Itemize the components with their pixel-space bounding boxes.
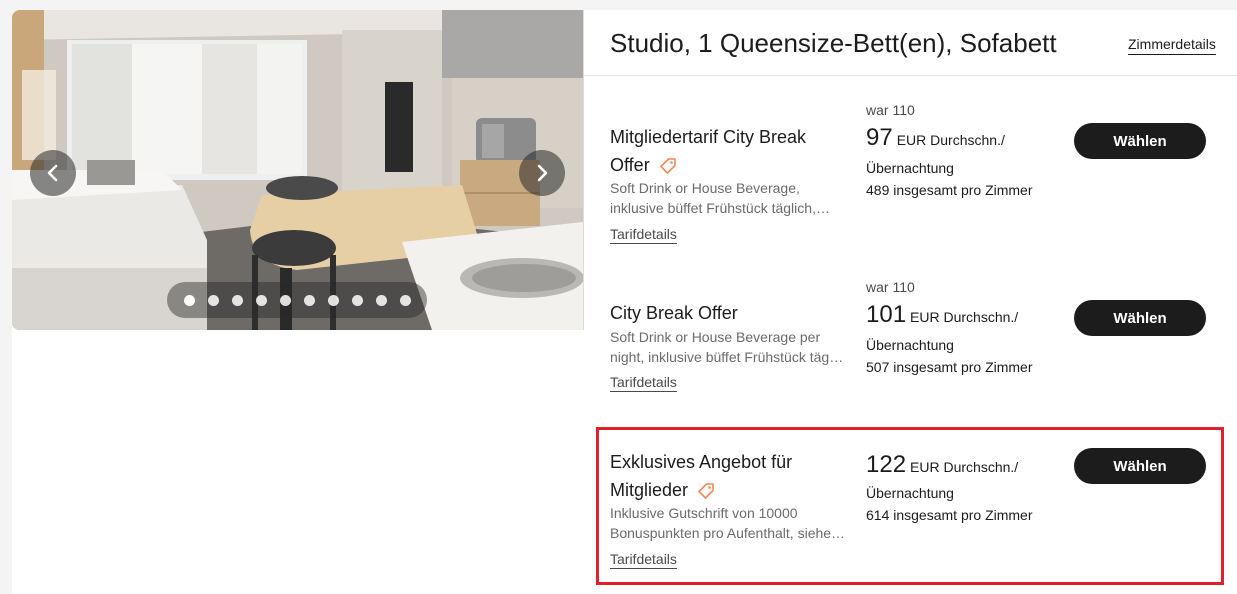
price-unit: EUR Durchschn./	[910, 309, 1019, 325]
rate-description: Soft Drink or House Beverage per night, …	[610, 327, 846, 367]
room-photo-gallery[interactable]	[12, 10, 583, 330]
nightly-price: 101	[866, 301, 907, 328]
was-price: war 110	[866, 102, 915, 118]
price-unit: EUR Durchschn./	[896, 132, 1005, 148]
nightly-price: 97	[866, 124, 893, 151]
column-divider	[583, 10, 584, 330]
total-price: 507 insgesamt pro Zimmer	[866, 359, 1033, 375]
rate-name: Mitgliedertarif City Break Offer	[610, 123, 830, 179]
gallery-next-button[interactable]	[519, 150, 565, 196]
per-night-label: Übernachtung	[866, 160, 954, 176]
gallery-dot[interactable]	[207, 294, 219, 306]
rate-name-line: Mitgliedertarif City Break	[610, 127, 807, 147]
gallery-dot[interactable]	[183, 294, 195, 306]
rate-description-line: night, inklusive büffet Frühstück tägli…	[610, 349, 846, 365]
price-line: 101 EUR Durchschn./	[866, 301, 1018, 329]
gallery-dot[interactable]	[351, 294, 363, 306]
rate-name-line: Offer	[610, 155, 650, 175]
room-details-link[interactable]: Zimmerdetails	[1128, 36, 1216, 55]
header-divider	[584, 75, 1237, 76]
chevron-right-icon	[537, 164, 548, 182]
rate-description-line: inklusive büffet Frühstück täglich,…	[610, 200, 830, 216]
rate-details-link[interactable]: Tarifdetails	[610, 226, 677, 244]
member-tag-icon	[659, 158, 676, 175]
gallery-dot[interactable]	[255, 294, 267, 306]
select-rate-button[interactable]: Wählen	[1074, 123, 1206, 159]
room-title: Studio, 1 Queensize-Bett(en), Sofabett	[610, 28, 1057, 58]
total-price: 489 insgesamt pro Zimmer	[866, 182, 1033, 198]
highlight-box	[596, 427, 1224, 585]
gallery-dot[interactable]	[375, 294, 387, 306]
select-rate-button[interactable]: Wählen	[1074, 300, 1206, 336]
rate-name-line: City Break Offer	[610, 303, 738, 323]
gallery-prev-button[interactable]	[30, 150, 76, 196]
gallery-dot[interactable]	[279, 294, 291, 306]
was-price: war 110	[866, 279, 915, 295]
gallery-pagination	[167, 282, 427, 318]
chevron-left-icon	[47, 164, 58, 182]
gallery-dot[interactable]	[231, 294, 243, 306]
price-line: 97 EUR Durchschn./	[866, 124, 1005, 152]
rate-description-line: Soft Drink or House Beverage per	[610, 329, 821, 345]
rate-name: City Break Offer	[610, 299, 830, 327]
per-night-label: Übernachtung	[866, 337, 954, 353]
rate-description: Soft Drink or House Beverage, inklusive …	[610, 178, 846, 218]
gallery-dot[interactable]	[327, 294, 339, 306]
rate-description-line: Soft Drink or House Beverage,	[610, 180, 800, 196]
gallery-dot[interactable]	[303, 294, 315, 306]
gallery-dot[interactable]	[399, 294, 411, 306]
rate-details-link[interactable]: Tarifdetails	[610, 374, 677, 392]
